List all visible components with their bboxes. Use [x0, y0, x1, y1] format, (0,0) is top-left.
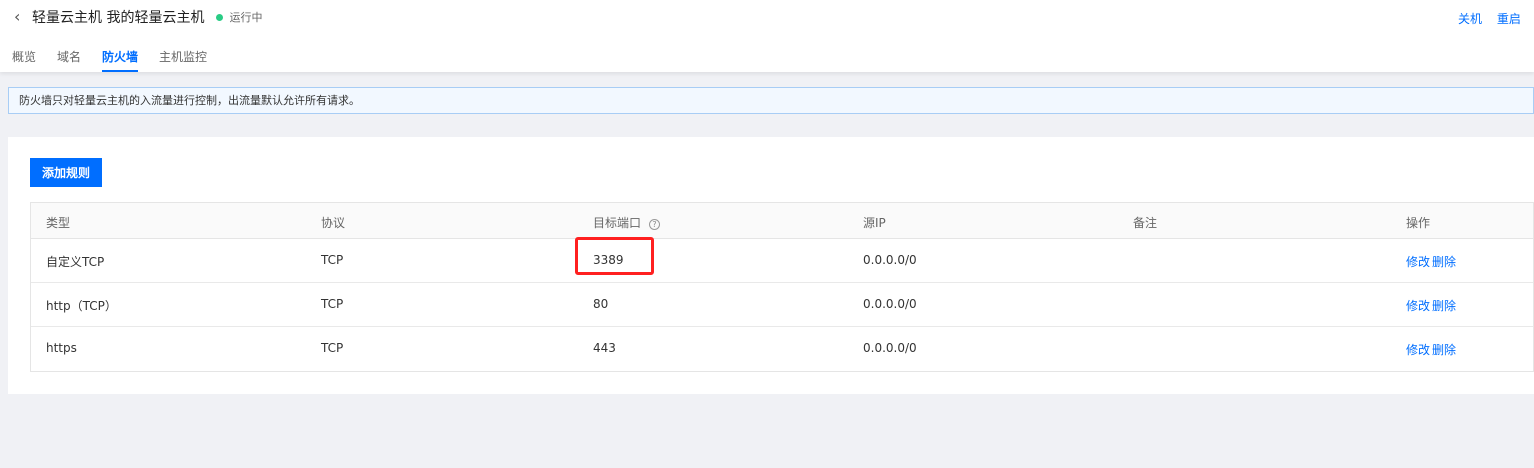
cell-port: 3389 [593, 253, 624, 267]
cell-port: 80 [593, 297, 609, 311]
firewall-notice: 防火墙只对轻量云主机的入流量进行控制，出流量默认允许所有请求。 [8, 87, 1534, 114]
column-actions: 操作 [1406, 216, 1431, 230]
edit-link[interactable]: 修改 [1406, 297, 1430, 314]
table-row: 自定义TCP TCP 3389 0.0.0.0/0 修改 删除 [31, 239, 1533, 283]
firewall-panel: 添加规则 类型 协议 目标端口? 源IP 备注 操作 自定义TCP TCP 33… [8, 137, 1534, 394]
cell-type: http（TCP） [46, 299, 117, 313]
tab-bar: 概览 域名 防火墙 主机监控 [12, 48, 228, 72]
title-row: ‹ 轻量云主机 我的轻量云主机 运行中 [14, 8, 263, 27]
cell-source-ip: 0.0.0.0/0 [863, 253, 917, 267]
delete-link[interactable]: 删除 [1432, 341, 1456, 358]
restart-button[interactable]: 重启 [1497, 12, 1521, 26]
tab-firewall[interactable]: 防火墙 [102, 48, 139, 72]
column-port-label: 目标端口 [593, 216, 642, 230]
table-row: http（TCP） TCP 80 0.0.0.0/0 修改 删除 [31, 283, 1533, 327]
cell-protocol: TCP [321, 253, 344, 267]
table-row: https TCP 443 0.0.0.0/0 修改 删除 [31, 327, 1533, 371]
cell-source-ip: 0.0.0.0/0 [863, 297, 917, 311]
add-rule-button[interactable]: 添加规则 [30, 158, 102, 187]
delete-link[interactable]: 删除 [1432, 253, 1456, 270]
top-bar: ‹ 轻量云主机 我的轻量云主机 运行中 关机 重启 重置 概览 域名 防火墙 主… [0, 0, 1534, 72]
shutdown-button[interactable]: 关机 [1458, 12, 1482, 26]
cell-port: 443 [593, 341, 616, 355]
tab-monitoring[interactable]: 主机监控 [159, 48, 207, 72]
rules-table: 类型 协议 目标端口? 源IP 备注 操作 自定义TCP TCP 3389 0.… [30, 202, 1534, 372]
column-type: 类型 [46, 216, 71, 230]
back-arrow-icon[interactable]: ‹ [14, 9, 30, 25]
header-actions: 关机 重启 重置 [1458, 10, 1534, 27]
tab-overview[interactable]: 概览 [12, 48, 36, 72]
status-dot-icon [216, 13, 224, 21]
cell-type: https [46, 341, 77, 355]
tab-domain[interactable]: 域名 [57, 48, 81, 72]
page-title: 轻量云主机 我的轻量云主机 [32, 10, 205, 26]
column-protocol: 协议 [321, 216, 346, 230]
cell-protocol: TCP [321, 297, 344, 311]
help-icon[interactable]: ? [649, 219, 661, 230]
delete-link[interactable]: 删除 [1432, 297, 1456, 314]
column-source-ip: 源IP [863, 216, 886, 230]
cell-type: 自定义TCP [46, 255, 105, 269]
column-note: 备注 [1133, 216, 1158, 230]
edit-link[interactable]: 修改 [1406, 253, 1430, 270]
table-header: 类型 协议 目标端口? 源IP 备注 操作 [31, 203, 1533, 239]
edit-link[interactable]: 修改 [1406, 341, 1430, 358]
cell-protocol: TCP [321, 341, 344, 355]
cell-source-ip: 0.0.0.0/0 [863, 341, 917, 355]
column-port: 目标端口? [593, 214, 661, 231]
status-text: 运行中 [229, 11, 263, 24]
